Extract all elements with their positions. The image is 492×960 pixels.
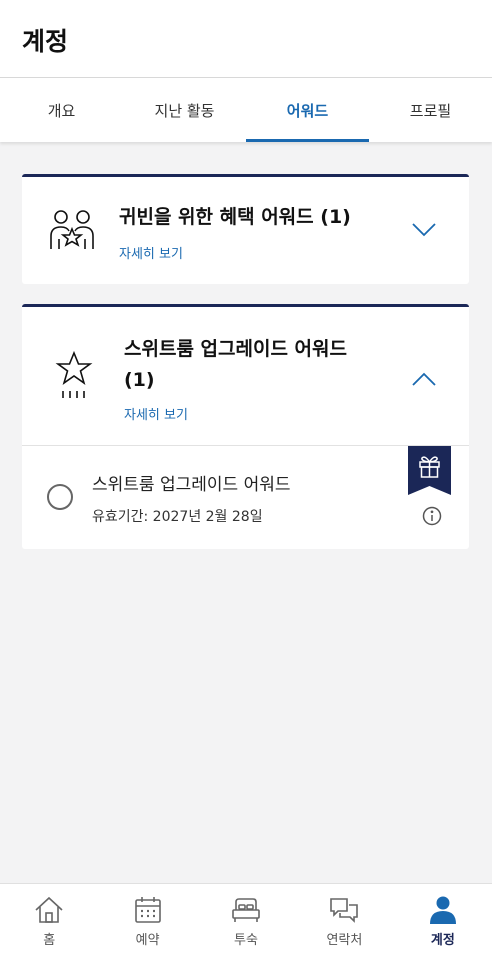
chevron-up-icon[interactable] [412, 372, 436, 386]
nav-account[interactable]: 계정 [394, 884, 492, 960]
nav-home[interactable]: 홈 [0, 884, 98, 960]
gift-ribbon-badge [408, 446, 451, 495]
nav-label-contact: 연락처 [326, 933, 363, 948]
nav-label-stays: 투숙 [234, 933, 258, 948]
nav-label-home: 홈 [43, 933, 56, 948]
suite-award-title-line1: 스위트룸 업그레이드 어워드 [124, 338, 347, 360]
calendar-icon [134, 897, 161, 923]
home-icon [35, 896, 63, 923]
app-header: 계정 [0, 0, 492, 78]
tab-past-activity[interactable]: 지난 활동 [123, 78, 246, 142]
vip-award-details-link[interactable]: 자세히 보기 [119, 243, 183, 262]
nav-label-account: 계정 [430, 933, 455, 948]
person-icon [429, 896, 456, 924]
nav-contact[interactable]: 연락처 [295, 884, 393, 960]
tab-bar: 개요 지난 활동 어워드 프로필 [0, 78, 492, 142]
info-icon[interactable] [422, 506, 442, 526]
chat-icon [330, 898, 359, 923]
people-star-icon [50, 210, 94, 249]
award-list-item[interactable]: 스위트룸 업그레이드 어워드 유효기간: 2027년 2월 28일 [22, 446, 469, 552]
bottom-nav: 홈 예약 투숙 연락처 계정 [0, 883, 492, 960]
page-title: 계정 [22, 27, 69, 56]
bed-icon [232, 898, 260, 922]
vip-award-title: 귀빈을 위한 혜택 어워드 (1) [119, 206, 351, 228]
suite-award-title-line2: (1) [124, 369, 155, 391]
nav-stays[interactable]: 투숙 [197, 884, 295, 960]
vip-award-card[interactable]: 귀빈을 위한 혜택 어워드 (1) 자세히 보기 [22, 174, 469, 284]
nav-label-reservations: 예약 [135, 933, 160, 948]
award-item-expiry: 유효기간: 2027년 2월 28일 [92, 509, 263, 525]
suite-award-card: 스위트룸 업그레이드 어워드 (1) 자세히 보기 스위트룸 업그레이드 어워드… [22, 304, 469, 549]
tab-awards[interactable]: 어워드 [246, 78, 369, 142]
tab-overview[interactable]: 개요 [0, 78, 123, 142]
award-item-name: 스위트룸 업그레이드 어워드 [92, 475, 291, 495]
award-select-radio[interactable] [47, 484, 73, 510]
star-icon [55, 351, 93, 398]
nav-reservations[interactable]: 예약 [98, 884, 196, 960]
chevron-down-icon[interactable] [412, 223, 436, 237]
tab-profile[interactable]: 프로필 [369, 78, 492, 142]
suite-award-details-link[interactable]: 자세히 보기 [124, 404, 188, 423]
